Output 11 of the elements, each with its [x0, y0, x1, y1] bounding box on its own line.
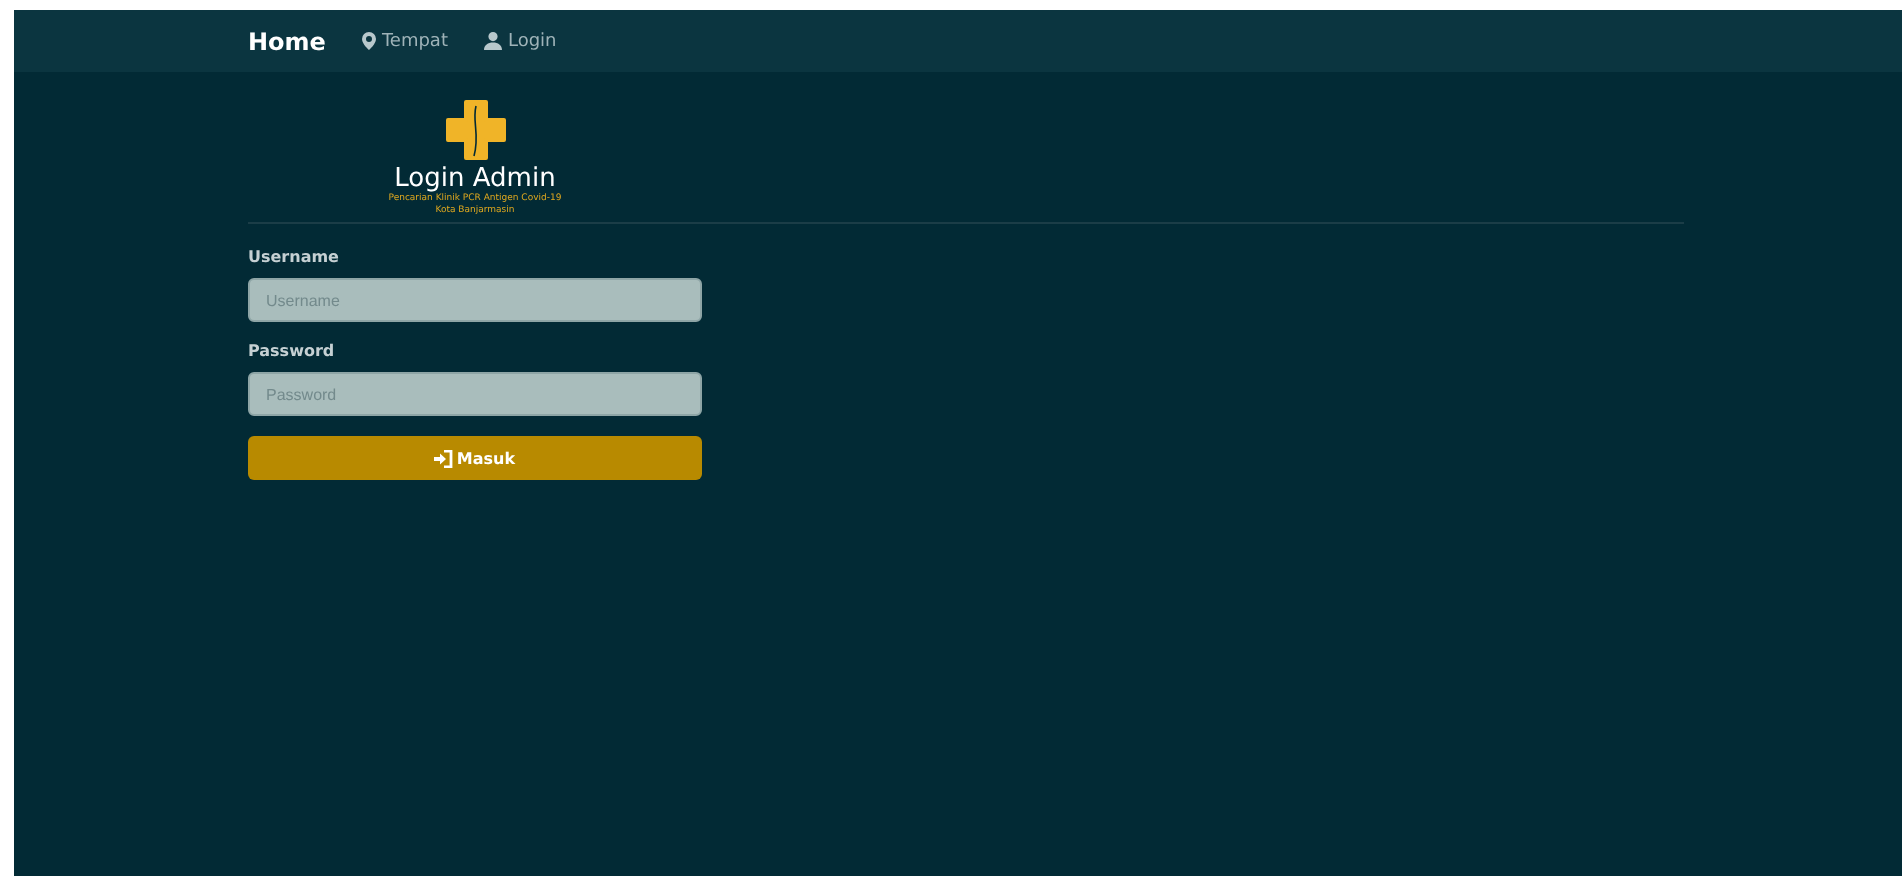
- plus-logo-icon: [445, 100, 505, 160]
- submit-button[interactable]: Masuk: [248, 436, 702, 480]
- page-title: Login Admin: [394, 164, 556, 194]
- user-icon: [483, 32, 502, 50]
- field-label: Username: [248, 248, 341, 266]
- map-pin-icon: [361, 32, 376, 50]
- login-icon: [434, 449, 455, 467]
- nav-link[interactable]: Home: [248, 27, 326, 55]
- field-label: Password: [248, 342, 337, 360]
- nav-link[interactable]: Tempat: [361, 31, 448, 51]
- nav-link[interactable]: Login: [483, 31, 557, 51]
